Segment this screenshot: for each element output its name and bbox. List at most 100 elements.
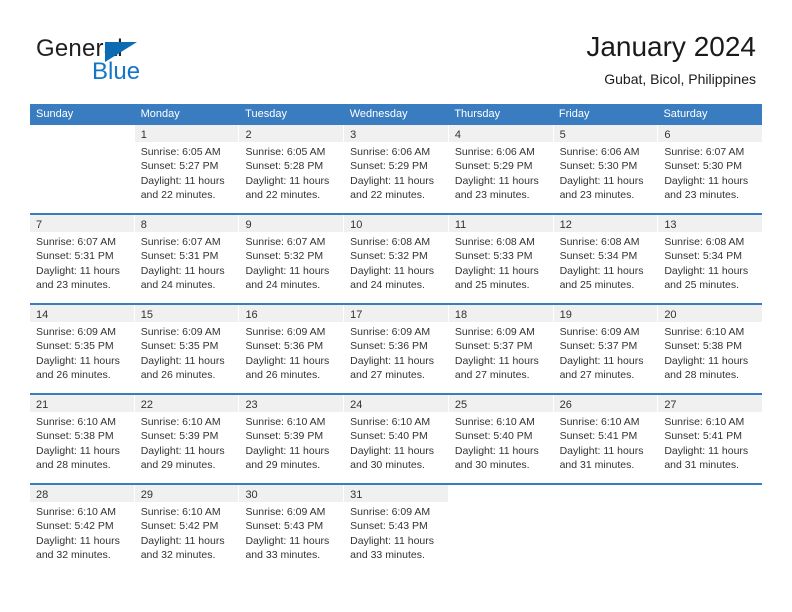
day-cell[interactable]: 4 Sunrise: 6:06 AM Sunset: 5:29 PM Daylight…	[448, 125, 554, 213]
day-cell-empty	[448, 485, 554, 573]
day-cell[interactable]: 27 Sunrise: 6:10 AM Sunset: 5:41 PM Dayligh…	[658, 395, 763, 483]
day-number: 10	[350, 219, 363, 231]
day-cell[interactable]: 26 Sunrise: 6:10 AM Sunset: 5:41 PM Dayligh…	[553, 395, 659, 483]
day-cell-body: Sunrise: 6:07 AM Sunset: 5:31 PM Daylight:…	[135, 232, 239, 293]
day-cell[interactable]: 2 Sunrise: 6:05 AM Sunset: 5:28 PM Daylight…	[239, 125, 345, 213]
logo-text-blue: Blue	[92, 58, 141, 85]
day-cell[interactable]: 15 Sunrise: 6:09 AM Sunset: 5:35 PM Dayligh…	[134, 305, 240, 393]
day-number: 15	[140, 309, 153, 321]
day-number: 3	[350, 129, 357, 141]
sunset-text: Sunset: 5:31 PM	[140, 250, 219, 263]
day-cell-body: Sunrise: 6:08 AM Sunset: 5:34 PM Daylight:…	[658, 232, 762, 293]
day-cell-body: Sunrise: 6:10 AM Sunset: 5:41 PM Daylight:…	[554, 412, 658, 473]
day-cell-body: Sunrise: 6:10 AM Sunset: 5:42 PM Daylight:…	[135, 502, 239, 563]
day-cell[interactable]: 8 Sunrise: 6:07 AM Sunset: 5:31 PM Daylight…	[134, 215, 240, 303]
day-cell[interactable]: 17 Sunrise: 6:09 AM Sunset: 5:36 PM Dayligh…	[344, 305, 449, 393]
sunset-text: Sunset: 5:42 PM	[140, 520, 219, 533]
sunset-text: Sunset: 5:31 PM	[36, 250, 114, 263]
sunrise-text: Sunrise: 6:05 AM	[140, 146, 221, 158]
sunrise-text: Sunrise: 6:07 AM	[664, 146, 745, 158]
daylight-text-line2: and 23 minutes.	[559, 189, 635, 202]
day-cell[interactable]: 29 Sunrise: 6:10 AM Sunset: 5:42 PM Dayligh…	[134, 485, 240, 573]
day-number: 20	[664, 309, 677, 321]
sunset-text: Sunset: 5:28 PM	[245, 160, 324, 173]
day-number-band: 7	[30, 215, 134, 232]
sunset-text: Sunset: 5:41 PM	[559, 430, 638, 443]
day-cell-body: Sunrise: 6:09 AM Sunset: 5:35 PM Daylight:…	[135, 322, 239, 383]
weekday-header-thursday: Thursday	[454, 108, 501, 120]
weekday-header-row: Sunday Monday Tuesday Wednesday Thursday…	[30, 104, 762, 125]
day-cell-empty	[30, 125, 135, 213]
daylight-text-line2: and 33 minutes.	[245, 549, 321, 562]
day-cell[interactable]: 20 Sunrise: 6:10 AM Sunset: 5:38 PM Dayligh…	[658, 305, 763, 393]
day-cell[interactable]: 10 Sunrise: 6:08 AM Sunset: 5:32 PM Dayligh…	[344, 215, 449, 303]
day-cell[interactable]: 18 Sunrise: 6:09 AM Sunset: 5:37 PM Dayligh…	[448, 305, 554, 393]
day-cell[interactable]: 1 Sunrise: 6:05 AM Sunset: 5:27 PM Daylight…	[134, 125, 240, 213]
daylight-text-line1: Daylight: 11 hours	[559, 444, 644, 457]
page-title: January 2024	[586, 31, 756, 62]
daylight-text-line2: and 31 minutes.	[664, 459, 740, 472]
day-cell-body: Sunrise: 6:09 AM Sunset: 5:35 PM Daylight:…	[30, 322, 134, 383]
day-number: 24	[350, 399, 363, 411]
day-number-band: 8	[134, 215, 239, 232]
daylight-text-line2: and 27 minutes.	[350, 369, 425, 382]
day-number-band: 26	[553, 395, 658, 412]
day-number-band: 12	[553, 215, 658, 232]
day-cell[interactable]: 9 Sunrise: 6:07 AM Sunset: 5:32 PM Daylight…	[239, 215, 345, 303]
day-cell[interactable]: 31 Sunrise: 6:09 AM Sunset: 5:43 PM Dayligh…	[344, 485, 449, 573]
sunset-text: Sunset: 5:36 PM	[350, 340, 428, 353]
week-row: 1 Sunrise: 6:05 AM Sunset: 5:27 PM Daylight…	[30, 125, 763, 213]
sunset-text: Sunset: 5:30 PM	[559, 160, 638, 173]
day-number: 23	[245, 399, 258, 411]
day-cell[interactable]: 21 Sunrise: 6:10 AM Sunset: 5:38 PM Dayligh…	[30, 395, 135, 483]
daylight-text-line1: Daylight: 11 hours	[454, 174, 539, 187]
day-cell-empty	[658, 485, 763, 573]
day-cell[interactable]: 25 Sunrise: 6:10 AM Sunset: 5:40 PM Dayligh…	[448, 395, 554, 483]
day-number-band: 19	[553, 305, 658, 322]
day-cell[interactable]: 5 Sunrise: 6:06 AM Sunset: 5:30 PM Daylight…	[553, 125, 659, 213]
day-number: 29	[140, 489, 153, 501]
day-number: 18	[454, 309, 468, 321]
day-cell-body: Sunrise: 6:10 AM Sunset: 5:40 PM Daylight:…	[344, 412, 448, 473]
daylight-text-line1: Daylight: 11 hours	[454, 354, 539, 367]
day-cell-body	[449, 502, 553, 505]
day-cell-body: Sunrise: 6:10 AM Sunset: 5:38 PM Daylight:…	[30, 412, 134, 473]
sunrise-text: Sunrise: 6:08 AM	[664, 236, 745, 248]
title-block: January 2024 Gubat, Bicol, Philippines	[586, 30, 756, 88]
day-cell[interactable]: 28 Sunrise: 6:10 AM Sunset: 5:42 PM Dayligh…	[30, 485, 135, 573]
day-cell[interactable]: 13 Sunrise: 6:08 AM Sunset: 5:34 PM Dayligh…	[658, 215, 763, 303]
sunrise-text: Sunrise: 6:10 AM	[140, 416, 221, 428]
daylight-text-line1: Daylight: 11 hours	[559, 264, 644, 277]
week-row: 28 Sunrise: 6:10 AM Sunset: 5:42 PM Dayligh…	[30, 483, 763, 573]
sunset-text: Sunset: 5:27 PM	[140, 160, 219, 173]
day-cell-body: Sunrise: 6:06 AM Sunset: 5:30 PM Daylight:…	[554, 142, 658, 203]
day-number: 21	[36, 399, 49, 411]
day-cell[interactable]: 7 Sunrise: 6:07 AM Sunset: 5:31 PM Daylight…	[30, 215, 135, 303]
day-cell[interactable]: 19 Sunrise: 6:09 AM Sunset: 5:37 PM Dayligh…	[553, 305, 659, 393]
day-cell[interactable]: 23 Sunrise: 6:10 AM Sunset: 5:39 PM Dayligh…	[239, 395, 345, 483]
day-cell[interactable]: 6 Sunrise: 6:07 AM Sunset: 5:30 PM Daylight…	[658, 125, 763, 213]
day-number-band: 23	[239, 395, 344, 412]
day-number: 25	[454, 399, 468, 411]
sunrise-text: Sunrise: 6:07 AM	[36, 236, 116, 248]
day-number: 2	[245, 129, 252, 141]
daylight-text-line1: Daylight: 11 hours	[140, 534, 225, 547]
general-blue-logo[interactable]: General Blue	[36, 36, 166, 88]
day-number: 8	[140, 219, 147, 231]
day-cell[interactable]: 12 Sunrise: 6:08 AM Sunset: 5:34 PM Dayligh…	[553, 215, 659, 303]
day-cell[interactable]: 11 Sunrise: 6:08 AM Sunset: 5:33 PM Dayligh…	[448, 215, 554, 303]
sunset-text: Sunset: 5:38 PM	[36, 430, 114, 443]
daylight-text-line1: Daylight: 11 hours	[559, 174, 644, 187]
daylight-text-line2: and 26 minutes.	[140, 369, 216, 382]
day-cell[interactable]: 22 Sunrise: 6:10 AM Sunset: 5:39 PM Dayligh…	[134, 395, 240, 483]
day-cell[interactable]: 16 Sunrise: 6:09 AM Sunset: 5:36 PM Dayligh…	[239, 305, 345, 393]
day-number: 22	[140, 399, 153, 411]
sunset-text: Sunset: 5:34 PM	[664, 250, 742, 263]
daylight-text-line1: Daylight: 11 hours	[350, 264, 435, 277]
day-cell[interactable]: 14 Sunrise: 6:09 AM Sunset: 5:35 PM Dayligh…	[30, 305, 135, 393]
day-cell[interactable]: 3 Sunrise: 6:06 AM Sunset: 5:29 PM Daylight…	[344, 125, 449, 213]
day-cell[interactable]: 30 Sunrise: 6:09 AM Sunset: 5:43 PM Dayligh…	[239, 485, 345, 573]
sunset-text: Sunset: 5:39 PM	[245, 430, 324, 443]
day-cell[interactable]: 24 Sunrise: 6:10 AM Sunset: 5:40 PM Dayligh…	[344, 395, 449, 483]
daylight-text-line1: Daylight: 11 hours	[140, 264, 225, 277]
